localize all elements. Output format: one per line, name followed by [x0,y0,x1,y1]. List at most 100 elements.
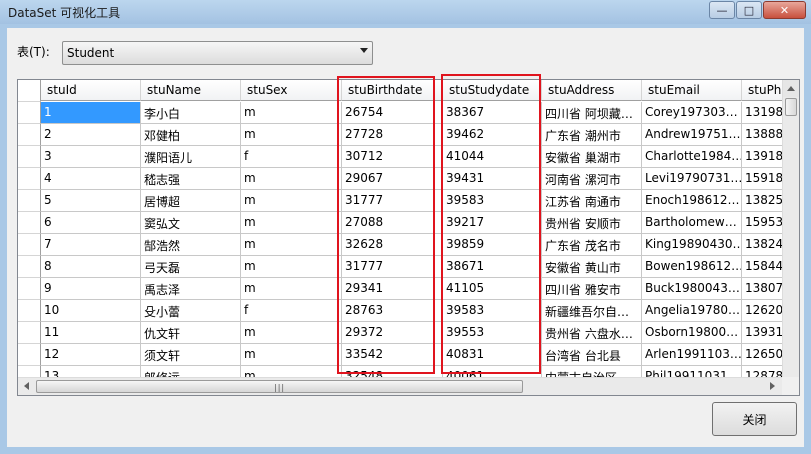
table-cell[interactable]: 安徽省 巢湖市 [542,146,642,168]
table-cell[interactable]: m [241,124,342,146]
table-cell[interactable]: 须文轩 [141,344,241,366]
table-cell[interactable]: 31777 [342,190,443,212]
table-cell[interactable]: m [241,344,342,366]
table-cell[interactable]: 台湾省 台北县 [542,344,642,366]
table-cell[interactable]: m [241,278,342,300]
table-row[interactable]: 5 居博超 m 31777 39583 江苏省 南通市 Enoch198612… 13825 [18,190,799,212]
column-header[interactable]: stuEmail [642,80,742,101]
data-grid[interactable]: stuId stuName stuSex stuBirthdate stuStudyda… [17,79,800,396]
table-cell[interactable]: 3 [41,146,141,168]
table-cell[interactable]: 2 [41,124,141,146]
table-row[interactable]: 4 嵇志强 m 29067 39431 河南省 漯河市 Levi19790731… 15918 [18,168,799,190]
table-cell[interactable]: 10 [41,300,141,322]
table-cell[interactable]: 安徽省 黄山市 [542,256,642,278]
table-cell[interactable]: 弓天磊 [141,256,241,278]
scroll-right-icon[interactable] [764,378,781,395]
table-cell[interactable]: Angelia19780… [642,300,742,322]
table-cell[interactable]: 4 [41,168,141,190]
vertical-scrollbar[interactable] [782,80,799,377]
maximize-button[interactable]: □ [736,1,762,19]
table-cell[interactable]: 40831 [443,344,542,366]
table-cell[interactable]: 41105 [443,278,542,300]
table-cell[interactable]: 居博超 [141,190,241,212]
table-cell[interactable]: m [241,168,342,190]
table-cell[interactable]: Levi19790731… [642,168,742,190]
table-cell[interactable]: 39583 [443,190,542,212]
table-cell[interactable]: 33542 [342,344,443,366]
table-cell[interactable]: 8 [41,256,141,278]
table-cell[interactable]: 26754 [342,102,443,124]
table-cell[interactable]: 39583 [443,300,542,322]
table-cell[interactable]: 29341 [342,278,443,300]
table-cell[interactable]: 32628 [342,234,443,256]
table-cell[interactable]: m [241,102,342,124]
table-cell[interactable]: 7 [41,234,141,256]
table-cell[interactable]: 30712 [342,146,443,168]
table-row[interactable]: 1 李小白 m 26754 38367 四川省 阿坝藏… Corey197303… 13198 [18,102,799,124]
table-row[interactable]: 12 须文轩 m 33542 40831 台湾省 台北县 Arlen1991103… 1265… [18,344,799,366]
table-cell[interactable]: 28763 [342,300,443,322]
table-cell[interactable]: 邓健柏 [141,124,241,146]
table-cell[interactable]: 濮阳语儿 [141,146,241,168]
table-cell[interactable]: 39859 [443,234,542,256]
table-row[interactable]: 6 窦弘文 m 27088 39217 贵州省 安顺市 Bartholomew… 15953 [18,212,799,234]
table-cell[interactable]: 贵州省 安顺市 [542,212,642,234]
table-select[interactable]: Student [62,41,373,65]
table-cell[interactable]: m [241,322,342,344]
table-cell[interactable]: 殳小蕾 [141,300,241,322]
horizontal-scroll-thumb[interactable]: ||| [36,380,523,393]
table-cell[interactable]: 四川省 雅安市 [542,278,642,300]
table-cell[interactable]: 嵇志强 [141,168,241,190]
table-cell[interactable]: 39553 [443,322,542,344]
scroll-up-icon[interactable] [783,80,799,97]
column-header[interactable]: stuBirthdate [342,80,443,101]
table-cell[interactable]: 41044 [443,146,542,168]
table-cell[interactable]: Arlen1991103… [642,344,742,366]
table-cell[interactable]: 郜浩然 [141,234,241,256]
table-cell[interactable]: Charlotte1984… [642,146,742,168]
table-cell[interactable]: 窦弘文 [141,212,241,234]
table-cell[interactable]: 李小白 [141,102,241,124]
title-bar[interactable]: DataSet 可视化工具 — □ ✕ [0,0,811,24]
table-row[interactable]: 10 殳小蕾 f 28763 39583 新疆维吾尔自… Angelia19780… 1262… [18,300,799,322]
table-cell[interactable]: 29372 [342,322,443,344]
table-row[interactable]: 3 濮阳语儿 f 30712 41044 安徽省 巢湖市 Charlotte1984… 139… [18,146,799,168]
table-cell[interactable]: 河南省 漯河市 [542,168,642,190]
table-cell[interactable]: Andrew19751… [642,124,742,146]
table-cell[interactable]: Osborn19800… [642,322,742,344]
column-header[interactable]: stuId [41,80,141,101]
table-cell[interactable]: 39462 [443,124,542,146]
row-header-corner[interactable] [18,80,41,102]
vertical-scroll-thumb[interactable] [785,98,797,116]
table-cell[interactable]: m [241,190,342,212]
close-button[interactable]: 关闭 [712,402,797,436]
table-cell[interactable]: 广东省 茂名市 [542,234,642,256]
table-row[interactable]: 2 邓健柏 m 27728 39462 广东省 潮州市 Andrew19751… 13888 [18,124,799,146]
minimize-button[interactable]: — [709,1,735,19]
table-cell[interactable]: 贵州省 六盘水… [542,322,642,344]
table-cell[interactable]: 27088 [342,212,443,234]
table-cell[interactable]: 12 [41,344,141,366]
table-cell[interactable]: 仇文轩 [141,322,241,344]
table-cell[interactable]: 38367 [443,102,542,124]
table-cell[interactable]: Bowen198612… [642,256,742,278]
table-row[interactable]: 7 郜浩然 m 32628 39859 广东省 茂名市 King19890430… 13824 [18,234,799,256]
table-cell[interactable]: 广东省 潮州市 [542,124,642,146]
table-cell[interactable]: Enoch198612… [642,190,742,212]
table-row[interactable]: 9 禹志泽 m 29341 41105 四川省 雅安市 Buck1980043… 13807 [18,278,799,300]
table-cell[interactable]: 江苏省 南通市 [542,190,642,212]
table-row[interactable]: 8 弓天磊 m 31777 38671 安徽省 黄山市 Bowen198612… 15844 [18,256,799,278]
table-cell[interactable]: 39217 [443,212,542,234]
column-header[interactable]: stuSex [241,80,342,101]
table-cell[interactable]: 新疆维吾尔自… [542,300,642,322]
table-cell[interactable]: 39431 [443,168,542,190]
column-header[interactable]: stuStudydate [443,80,542,101]
table-cell[interactable]: 禹志泽 [141,278,241,300]
table-cell[interactable]: 11 [41,322,141,344]
table-cell[interactable]: m [241,234,342,256]
table-cell[interactable]: Corey197303… [642,102,742,124]
table-cell[interactable]: King19890430… [642,234,742,256]
column-header[interactable]: stuAddress [542,80,642,101]
table-cell[interactable]: 9 [41,278,141,300]
table-cell[interactable]: m [241,256,342,278]
